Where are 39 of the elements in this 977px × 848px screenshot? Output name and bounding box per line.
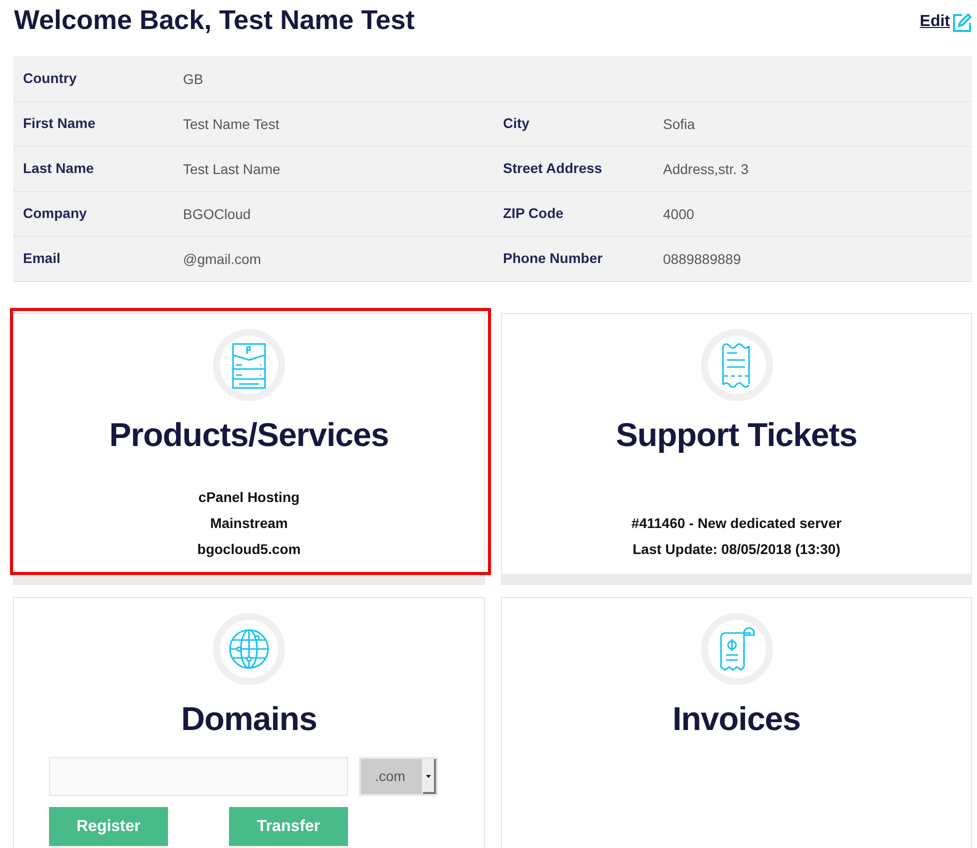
receipt-icon — [700, 329, 772, 401]
card-text: cPanel Hosting — [198, 488, 300, 507]
card-title: Products/Services — [109, 415, 389, 455]
page-title: Welcome Back, Test Name Test — [14, 4, 415, 37]
field-value: GB — [183, 70, 204, 88]
field-value: BGOCloud — [183, 205, 251, 224]
card-text: Mainstream — [210, 514, 288, 533]
tld-select[interactable]: .com — [359, 757, 438, 796]
card-text: Last Update: 08/05/2018 (13:30) — [632, 540, 840, 559]
card-title: Domains — [181, 699, 317, 739]
field-label: Street Address — [503, 159, 604, 178]
caret-icon — [422, 759, 436, 794]
card-title: Invoices — [672, 699, 801, 739]
edit-icon[interactable] — [953, 12, 972, 32]
server-rack-icon — [213, 329, 285, 401]
field-label: ZIP Code — [503, 204, 564, 223]
globe-icon — [213, 613, 285, 685]
field-value: 0889889889 — [663, 250, 741, 269]
field-label: Country — [23, 68, 78, 88]
field-value: Test Last Name — [183, 160, 280, 179]
field-value: Test Name Test — [183, 115, 280, 134]
field-label: City — [503, 114, 530, 133]
action-button[interactable]: Register — [49, 807, 168, 846]
edit-link[interactable]: Edit — [920, 11, 950, 33]
field-label: Email — [23, 249, 62, 268]
field-label: Company — [23, 204, 88, 223]
field-label: Phone Number — [503, 249, 604, 268]
card-text: #411460 - New dedicated server — [631, 514, 842, 533]
action-button[interactable]: Transfer — [229, 807, 348, 846]
invoice-scroll-icon — [700, 613, 772, 685]
field-value: Address,str. 3 — [663, 160, 749, 179]
card-text: bgocloud5.com — [197, 540, 301, 559]
card-title: Support Tickets — [616, 415, 858, 455]
field-value: @gmail.com — [183, 250, 262, 269]
field-label: Last Name — [23, 159, 95, 178]
field-value: Sofia — [663, 115, 695, 134]
field-value: 4000 — [663, 205, 694, 224]
field-label: First Name — [23, 114, 96, 133]
domain-input[interactable] — [49, 757, 348, 796]
